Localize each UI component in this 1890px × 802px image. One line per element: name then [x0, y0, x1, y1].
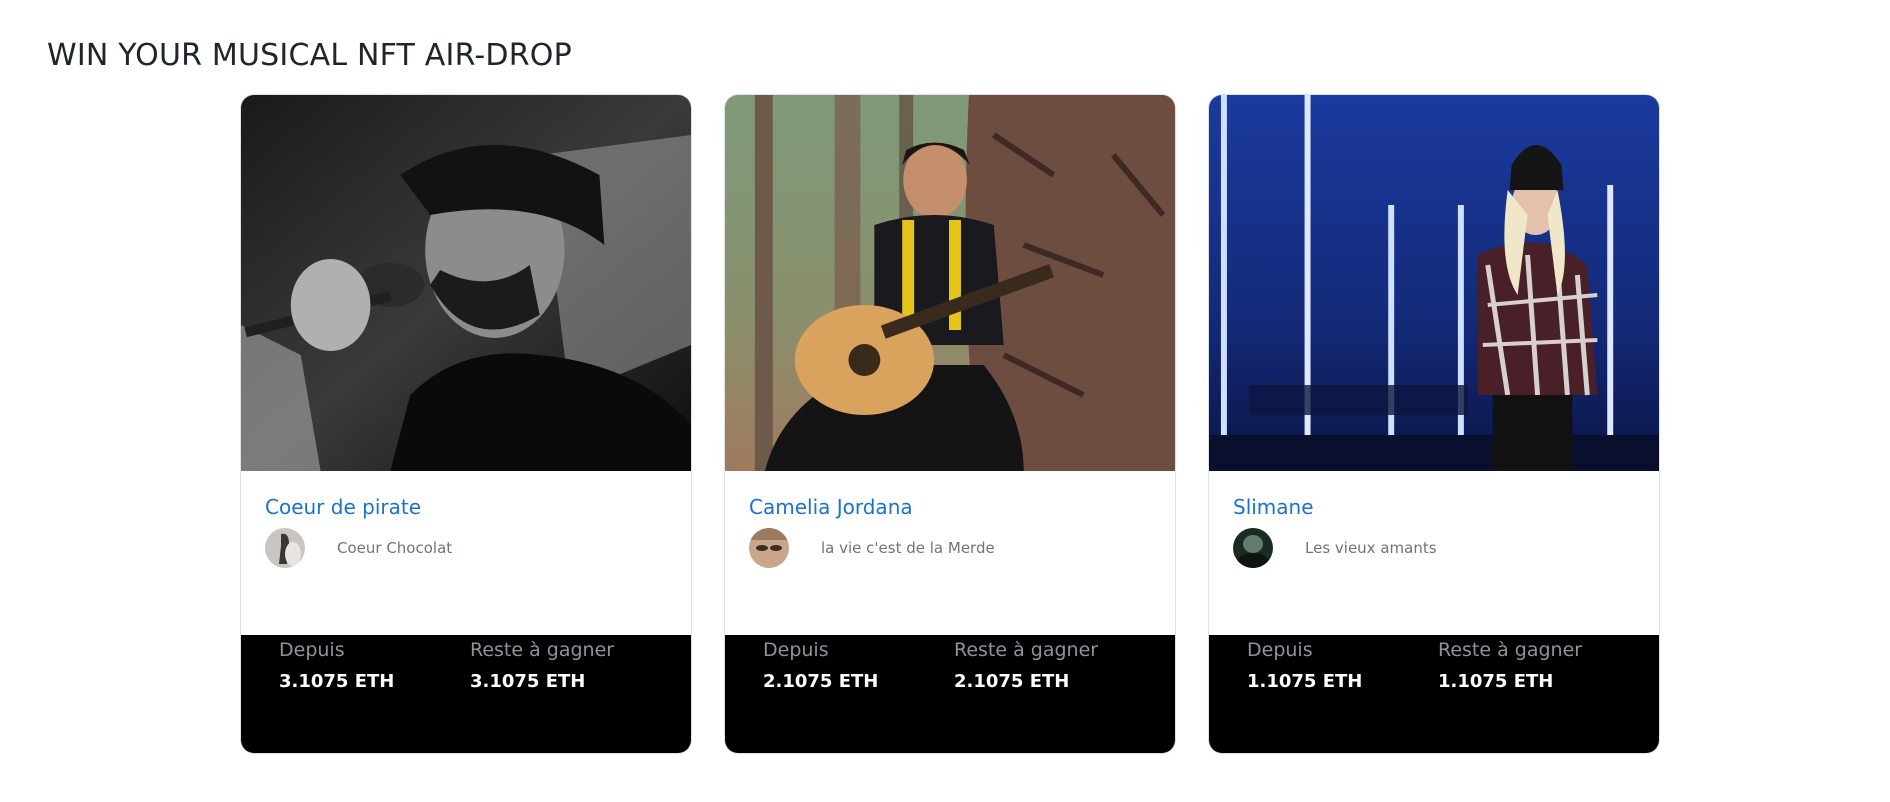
- singer-bw-photo-icon: [241, 95, 691, 471]
- stat-value: 2.1075 ETH: [763, 671, 879, 692]
- artist-photo[interactable]: [1209, 95, 1659, 471]
- song-cover-avatar: [265, 528, 305, 568]
- stat-depuis: Depuis 1.1075 ETH: [1247, 635, 1438, 753]
- song-cover-avatar: [1233, 528, 1273, 568]
- nft-card[interactable]: Camelia Jordana la vie c'est de la Merde…: [724, 94, 1176, 754]
- stat-reste: Reste à gagner 3.1075 ETH: [470, 635, 661, 753]
- stat-value: 1.1075 ETH: [1438, 671, 1554, 692]
- stage-singer-photo-icon: [1209, 95, 1659, 471]
- stat-label: Depuis: [1247, 639, 1313, 661]
- artist-name-link[interactable]: Slimane: [1233, 495, 1314, 519]
- avatar-icon: [749, 528, 789, 568]
- guitarist-forest-photo-icon: [725, 95, 1175, 471]
- stat-depuis: Depuis 2.1075 ETH: [763, 635, 954, 753]
- stat-reste: Reste à gagner 1.1075 ETH: [1438, 635, 1629, 753]
- avatar-icon: [265, 528, 305, 568]
- artist-photo[interactable]: [241, 95, 691, 471]
- song-title: Les vieux amants: [1305, 539, 1437, 557]
- stat-label: Reste à gagner: [470, 639, 615, 661]
- nft-card-list: Coeur de pirate Coeur Chocolat Depuis 3.…: [240, 94, 1660, 754]
- song-row: la vie c'est de la Merde: [749, 527, 1151, 569]
- card-footer: Depuis 2.1075 ETH Reste à gagner 2.1075 …: [725, 635, 1175, 753]
- stat-label: Depuis: [763, 639, 829, 661]
- stat-label: Depuis: [279, 639, 345, 661]
- nft-card[interactable]: Slimane Les vieux amants Depuis 1.1075 E…: [1208, 94, 1660, 754]
- stat-value: 1.1075 ETH: [1247, 671, 1363, 692]
- stat-label: Reste à gagner: [1438, 639, 1583, 661]
- card-body: Camelia Jordana la vie c'est de la Merde: [725, 471, 1175, 637]
- stat-value: 2.1075 ETH: [954, 671, 1070, 692]
- song-title: la vie c'est de la Merde: [821, 539, 995, 557]
- artist-name-link[interactable]: Camelia Jordana: [749, 495, 913, 519]
- artist-photo[interactable]: [725, 95, 1175, 471]
- section-title: WIN YOUR MUSICAL NFT AIR-DROP: [47, 38, 572, 73]
- nft-card[interactable]: Coeur de pirate Coeur Chocolat Depuis 3.…: [240, 94, 692, 754]
- stat-reste: Reste à gagner 2.1075 ETH: [954, 635, 1145, 753]
- card-body: Coeur de pirate Coeur Chocolat: [241, 471, 691, 637]
- card-body: Slimane Les vieux amants: [1209, 471, 1659, 637]
- avatar-icon: [1233, 528, 1273, 568]
- stat-value: 3.1075 ETH: [470, 671, 586, 692]
- song-cover-avatar: [749, 528, 789, 568]
- song-row: Les vieux amants: [1233, 527, 1635, 569]
- stat-depuis: Depuis 3.1075 ETH: [279, 635, 470, 753]
- song-title: Coeur Chocolat: [337, 539, 453, 557]
- card-footer: Depuis 1.1075 ETH Reste à gagner 1.1075 …: [1209, 635, 1659, 753]
- song-row: Coeur Chocolat: [265, 527, 667, 569]
- stat-label: Reste à gagner: [954, 639, 1099, 661]
- artist-name-link[interactable]: Coeur de pirate: [265, 495, 421, 519]
- card-footer: Depuis 3.1075 ETH Reste à gagner 3.1075 …: [241, 635, 691, 753]
- stat-value: 3.1075 ETH: [279, 671, 395, 692]
